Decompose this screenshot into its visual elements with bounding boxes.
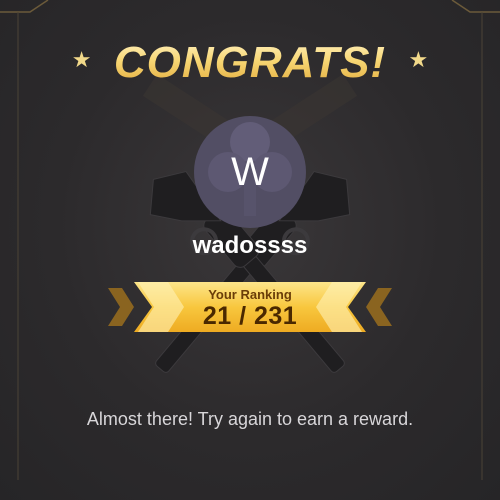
result-panel: ★ CONGRATS! ★ W wadossss Your Ranking 21… bbox=[0, 0, 500, 500]
ranking-banner: Your Ranking 21 / 231 bbox=[108, 278, 392, 336]
congrats-title: CONGRATS! bbox=[113, 38, 387, 87]
star-icon: ★ bbox=[71, 47, 92, 72]
avatar-initial: W bbox=[231, 150, 269, 194]
ranking-label: Your Ranking bbox=[208, 287, 292, 302]
ranking-value: 21 / 231 bbox=[202, 302, 298, 330]
result-message: Almost there! Try again to earn a reward… bbox=[86, 409, 414, 429]
congrats-header: ★ CONGRATS! ★ bbox=[0, 38, 500, 88]
username: wadossss bbox=[192, 232, 308, 259]
avatar: W bbox=[194, 116, 306, 228]
star-icon: ★ bbox=[408, 47, 429, 72]
